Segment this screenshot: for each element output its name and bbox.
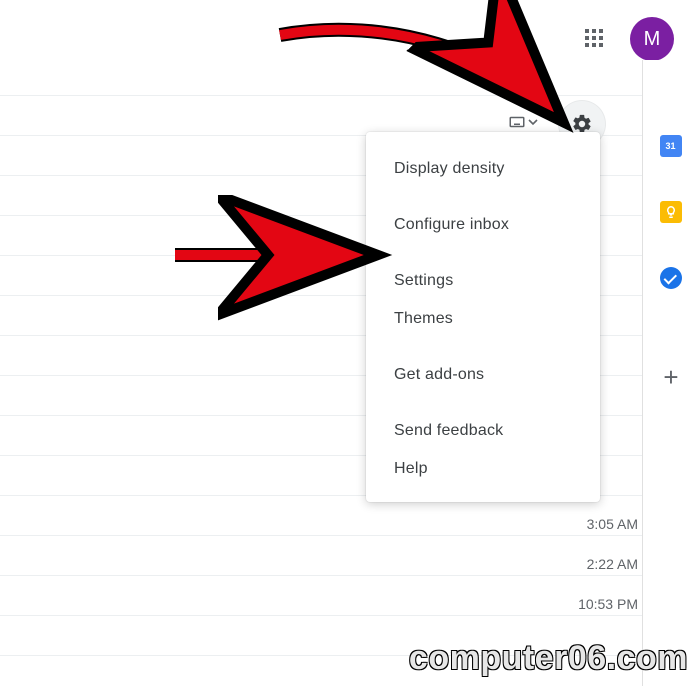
account-avatar[interactable]: M xyxy=(630,17,674,61)
themes-item[interactable]: Themes xyxy=(366,300,600,338)
avatar-letter: M xyxy=(644,28,661,51)
watermark: computer06.com xyxy=(409,639,688,678)
google-apps-button[interactable] xyxy=(578,22,610,54)
calendar-icon[interactable]: 31 xyxy=(660,135,682,157)
tasks-icon[interactable] xyxy=(660,267,682,289)
side-panel: 31 + xyxy=(642,60,698,686)
add-addon-button[interactable]: + xyxy=(659,365,683,389)
time-column: 3:05 AM 2:22 AM 10:53 PM xyxy=(578,504,638,624)
input-tools-button[interactable] xyxy=(508,110,544,134)
get-addons-item[interactable]: Get add-ons xyxy=(366,356,600,394)
send-feedback-item[interactable]: Send feedback xyxy=(366,412,600,450)
configure-inbox-item[interactable]: Configure inbox xyxy=(366,206,600,244)
caret-down-icon xyxy=(528,117,538,127)
help-item[interactable]: Help xyxy=(366,450,600,488)
time-cell: 10:53 PM xyxy=(578,584,638,624)
apps-grid-icon xyxy=(585,29,603,47)
time-cell: 3:05 AM xyxy=(578,504,638,544)
settings-dropdown: Display density Configure inbox Settings… xyxy=(366,132,600,502)
time-cell: 2:22 AM xyxy=(578,544,638,584)
display-density-item[interactable]: Display density xyxy=(366,150,600,188)
keep-icon[interactable] xyxy=(660,201,682,223)
settings-item[interactable]: Settings xyxy=(366,262,600,300)
keyboard-icon xyxy=(508,113,526,131)
